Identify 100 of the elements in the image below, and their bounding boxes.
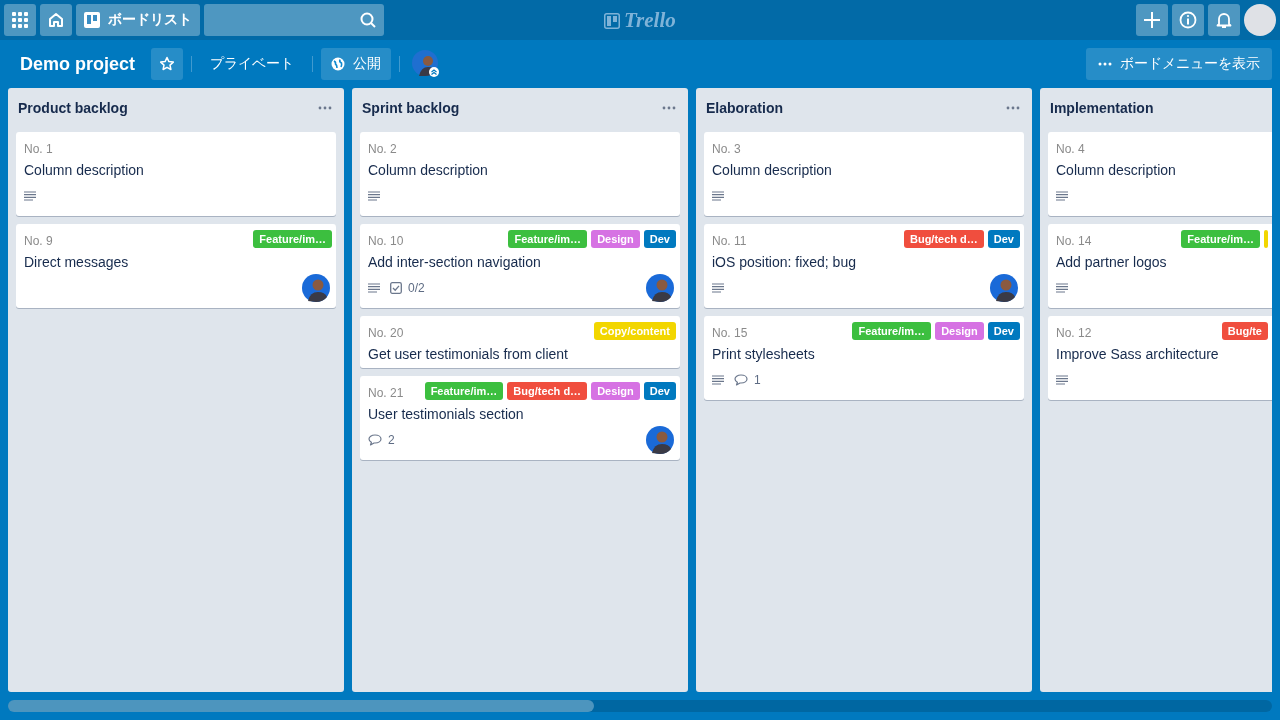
board-title[interactable]: Demo project: [20, 53, 136, 75]
card-number: No. 11: [712, 234, 747, 248]
bell-icon: [1216, 11, 1232, 29]
search-icon: [360, 12, 376, 28]
comment-icon: [368, 434, 382, 446]
list-title[interactable]: Product backlog: [18, 100, 128, 116]
card[interactable]: No. 2 Column description: [360, 132, 680, 216]
description-icon: [24, 191, 36, 201]
card-title: iOS position: fixed; bug: [712, 254, 857, 270]
card-title: Add inter-section navigation: [368, 254, 542, 270]
description-icon: [1056, 191, 1068, 201]
card[interactable]: No. 21 Feature/im… Bug/tech d… Design Dev User testimonials section 2: [360, 376, 680, 460]
scrollbar[interactable]: [8, 700, 1272, 712]
card[interactable]: No. 14 Feature/im… Add partner logos: [1048, 224, 1272, 308]
card-number: No. 12: [1056, 326, 1092, 340]
board-menu-button[interactable]: ボードメニューを表示: [1086, 48, 1272, 80]
card-label: Design: [591, 382, 640, 400]
card-title: Direct messages: [24, 254, 130, 270]
card-label: Copy/content: [593, 322, 676, 340]
card-number: No. 14: [1056, 234, 1092, 248]
card-number: No. 3: [712, 142, 741, 156]
member-avatar[interactable]: [302, 274, 330, 302]
info-button[interactable]: [1172, 4, 1204, 36]
card-number: No. 20: [368, 326, 404, 340]
card-number: No. 10: [368, 234, 404, 248]
list-title[interactable]: Implementation: [1050, 100, 1154, 116]
member-avatar[interactable]: [646, 426, 674, 454]
home-button[interactable]: [40, 4, 72, 36]
board-icon: [84, 12, 100, 28]
apps-button[interactable]: [4, 4, 36, 36]
card-title: Column description: [712, 162, 833, 178]
comment-count: 1: [754, 373, 761, 387]
card-label: Bug/tech d…: [507, 382, 588, 400]
card-label: Bug/te: [1221, 322, 1268, 340]
comment-count: 2: [388, 433, 395, 447]
home-icon: [47, 11, 65, 29]
card-title: Column description: [24, 162, 145, 178]
description-icon: [1056, 375, 1068, 385]
card[interactable]: No. 10 Feature/im… Design Dev Add inter-section navigation 0/2: [360, 224, 680, 308]
card-label: Bug/tech d…: [903, 230, 984, 248]
member-avatar[interactable]: [646, 274, 674, 302]
star-button[interactable]: [151, 48, 184, 80]
card-number: No. 2: [368, 142, 397, 156]
card-title: Improve Sass architecture: [1056, 346, 1220, 362]
globe-icon: [331, 57, 346, 71]
search-field[interactable]: [204, 4, 384, 36]
card[interactable]: No. 20 Copy/content Get user testimonials from client: [360, 316, 680, 368]
star-icon: [159, 56, 176, 72]
card-label: Dev: [643, 382, 676, 400]
description-icon: [712, 375, 724, 385]
checklist-icon: [390, 282, 402, 294]
card-number: No. 9: [24, 234, 53, 248]
info-icon: [1179, 11, 1197, 29]
member-avatar[interactable]: [990, 274, 1018, 302]
notifications-button[interactable]: [1208, 4, 1240, 36]
comment-icon: [734, 374, 748, 386]
description-icon: [368, 191, 380, 201]
description-icon: [712, 283, 724, 293]
description-icon: [368, 283, 380, 293]
visibility-button[interactable]: プライベート: [200, 48, 305, 80]
card-title: Add partner logos: [1056, 254, 1168, 270]
card[interactable]: No. 15 Feature/im… Design Dev Print stylesheets 1: [704, 316, 1024, 400]
public-button[interactable]: 公開: [321, 48, 392, 80]
add-button[interactable]: [1136, 4, 1168, 36]
more-icon: [1098, 62, 1112, 66]
more-icon[interactable]: [318, 106, 332, 110]
member-avatar[interactable]: [412, 50, 441, 78]
card-title: Column description: [1056, 162, 1177, 178]
list-title[interactable]: Sprint backlog: [362, 100, 460, 116]
card-title: User testimonials section: [368, 406, 525, 422]
checklist-count: 0/2: [408, 281, 425, 295]
card[interactable]: No. 3 Column description: [704, 132, 1024, 216]
card[interactable]: No. 12 Bug/te Improve Sass architecture: [1048, 316, 1272, 400]
card-label: Feature/im…: [508, 230, 588, 248]
card-label: Design: [591, 230, 640, 248]
grid-icon: [12, 12, 28, 28]
user-avatar[interactable]: [1244, 4, 1276, 36]
description-icon: [1056, 283, 1068, 293]
card-number: No. 1: [24, 142, 53, 156]
card-title: Column description: [368, 162, 489, 178]
board-icon: [604, 12, 620, 29]
card-label: Feature/im…: [253, 230, 332, 248]
card-label: Feature/im…: [424, 382, 504, 400]
card[interactable]: No. 9 Feature/im… Direct messages: [16, 224, 336, 308]
plus-icon: [1143, 11, 1161, 29]
card[interactable]: No. 1 Column description: [16, 132, 336, 216]
list-title[interactable]: Elaboration: [706, 100, 783, 116]
card-label: Feature/im…: [852, 322, 932, 340]
card-number: No. 15: [712, 326, 748, 340]
card-label: Design: [935, 322, 984, 340]
card[interactable]: No. 11 Bug/tech d… Dev iOS position: fixed; bug: [704, 224, 1024, 308]
card[interactable]: No. 4 Column description: [1048, 132, 1272, 216]
card-title: Print stylesheets: [712, 346, 816, 362]
card-label: Dev: [987, 230, 1020, 248]
card-label: Feature/im…: [1181, 230, 1260, 248]
card-label: Dev: [987, 322, 1020, 340]
more-icon[interactable]: [1006, 106, 1020, 110]
card-title: Get user testimonials from client: [368, 346, 569, 362]
card-label: Dev: [643, 230, 676, 248]
more-icon[interactable]: [662, 106, 676, 110]
